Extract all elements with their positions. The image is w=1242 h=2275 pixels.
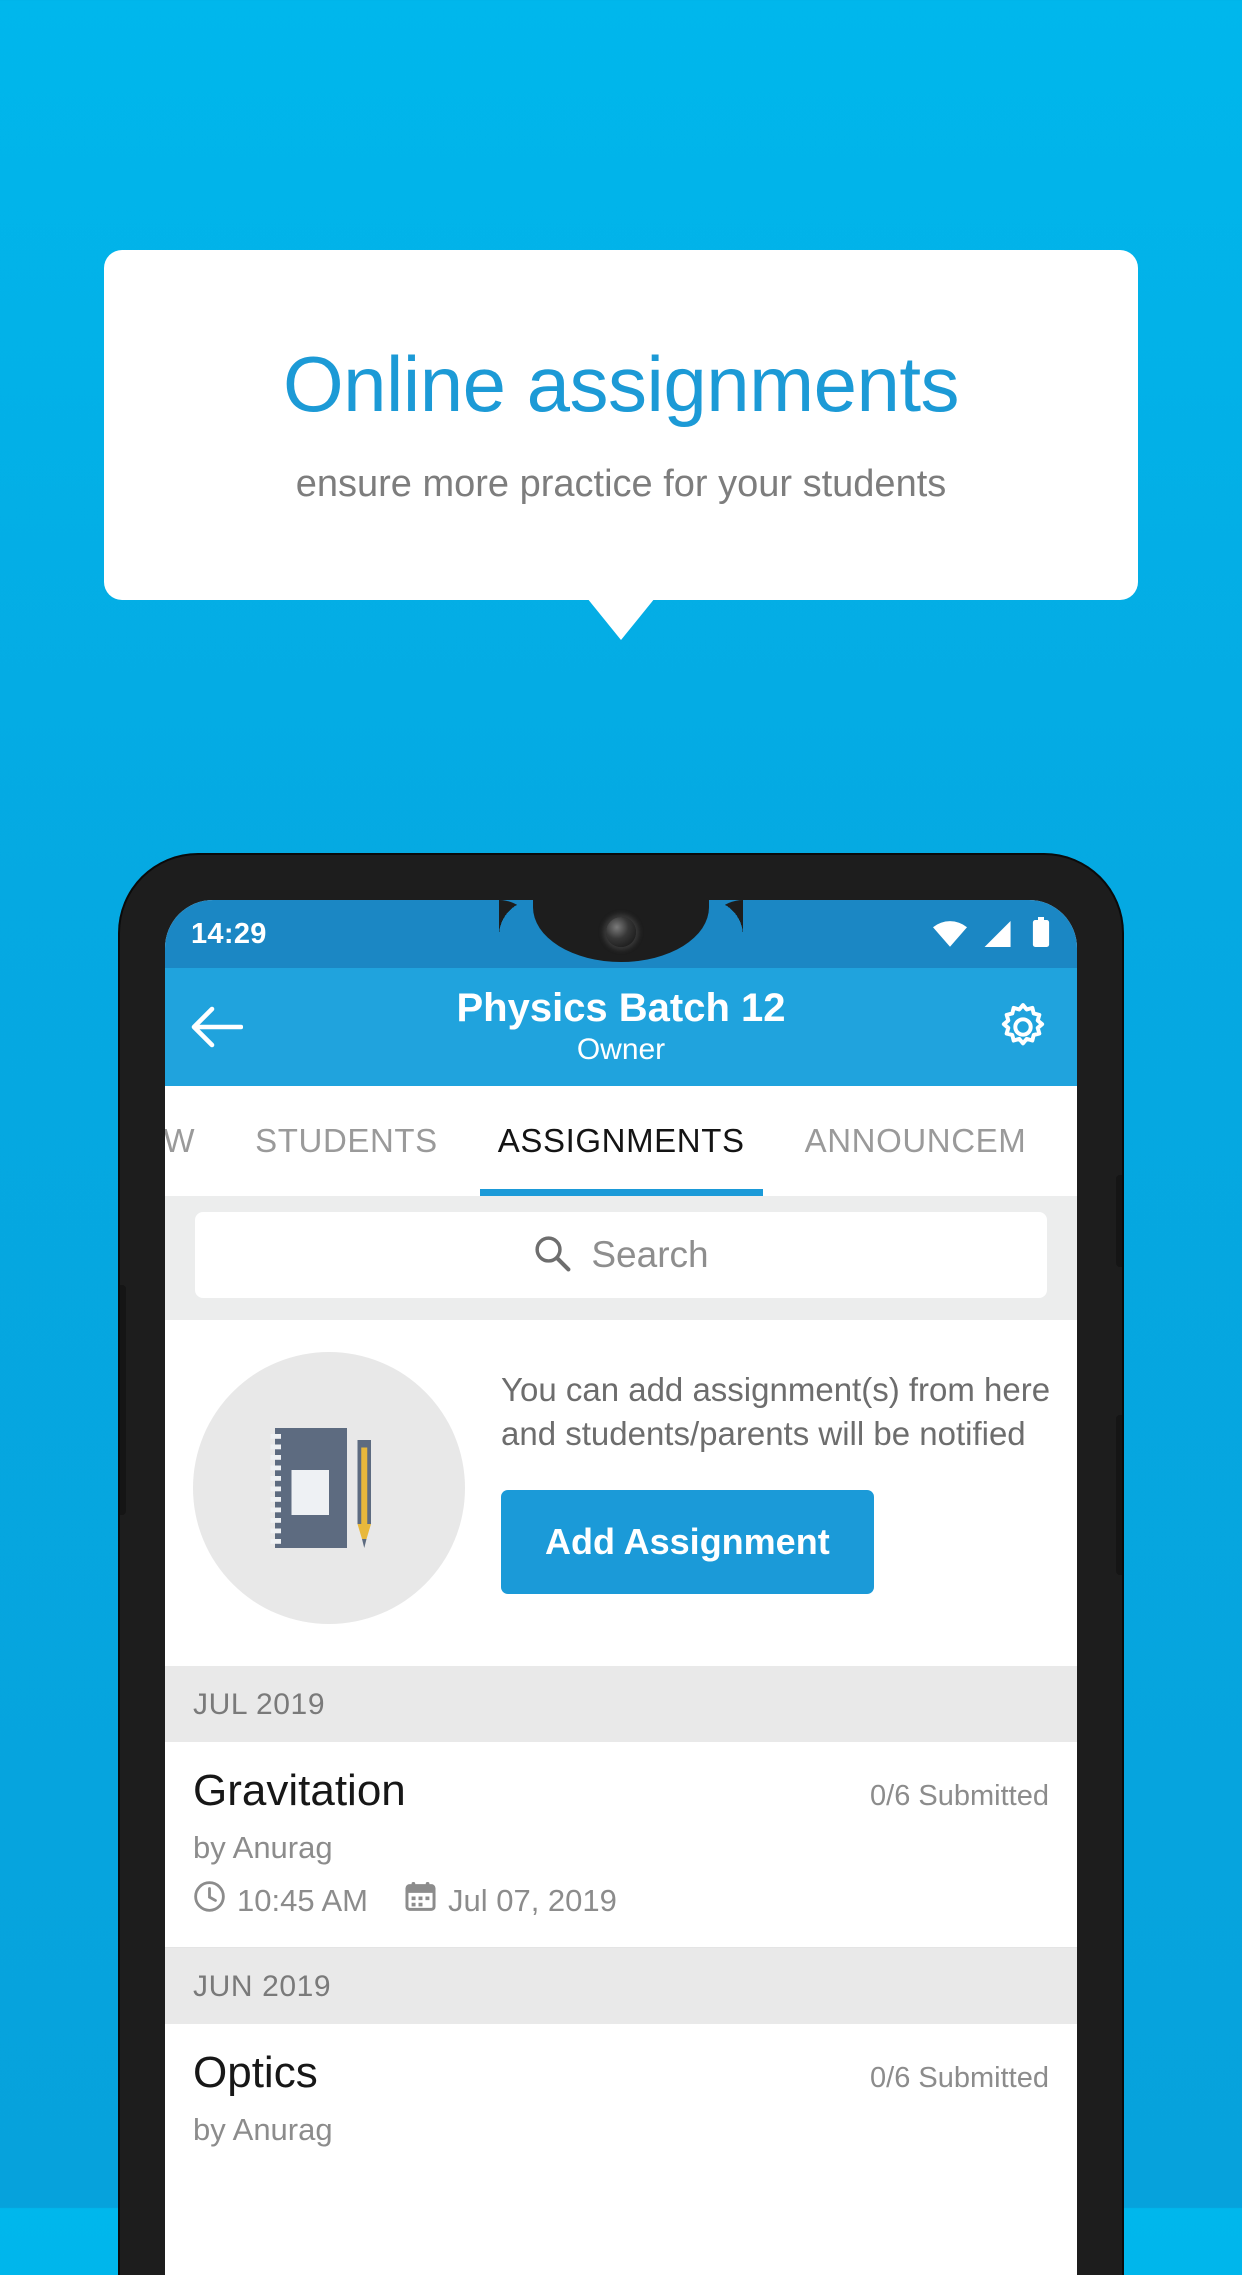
- add-assignment-button[interactable]: Add Assignment: [501, 1489, 874, 1594]
- month-header-jul: JUL 2019: [165, 1666, 1077, 1742]
- search-container: Search: [165, 1196, 1077, 1320]
- assignment-submitted-count: 0/6 Submitted: [870, 2062, 1049, 2094]
- search-input[interactable]: Search: [195, 1212, 1047, 1298]
- month-header-jun: JUN 2019: [165, 1948, 1077, 2024]
- empty-state-content: You can add assignment(s) from here and …: [465, 1352, 1051, 1594]
- assignment-title: Gravitation: [193, 1766, 406, 1815]
- app-bar: Physics Batch 12 Owner: [165, 968, 1077, 1086]
- front-camera: [606, 917, 636, 947]
- clock-icon: [193, 1880, 226, 1921]
- back-button[interactable]: [191, 1006, 243, 1048]
- phone-button-right-bottom: [1116, 1415, 1122, 1575]
- assignment-row-top: Optics 0/6 Submitted: [193, 2048, 1049, 2098]
- assignment-date: Jul 07, 2019: [447, 1882, 617, 1918]
- tab-overview[interactable]: IEW: [165, 1086, 225, 1196]
- phone-screen: 14:29 Physics Batch 12 Owner W STUDENTS …: [165, 900, 1077, 2275]
- tab-bar[interactable]: IEW STUDENTS ASSIGNMENTS ANNOUNCEM: [165, 1086, 1077, 1196]
- calendar-icon: [404, 1880, 437, 1921]
- promo-card: Online assignments ensure more practice …: [104, 250, 1138, 600]
- search-icon: [533, 1234, 571, 1277]
- assignment-row-top: Gravitation 0/6 Submitted: [193, 1766, 1049, 1816]
- page-subtitle: Owner: [576, 1032, 666, 1066]
- promo-subtitle: ensure more practice for your students: [295, 462, 947, 505]
- battery-icon: [1031, 916, 1051, 952]
- tab-assignments[interactable]: ASSIGNMENTS: [468, 1086, 775, 1196]
- signal-icon: [984, 920, 1014, 952]
- assignment-title: Optics: [193, 2048, 318, 2097]
- search-placeholder: Search: [591, 1234, 709, 1275]
- settings-button[interactable]: [995, 999, 1051, 1055]
- empty-state: You can add assignment(s) from here and …: [165, 1320, 1077, 1666]
- tab-announcements[interactable]: ANNOUNCEM: [775, 1086, 1057, 1196]
- wifi-icon: [933, 920, 967, 952]
- tab-students[interactable]: STUDENTS: [225, 1086, 468, 1196]
- notebook-and-pen-icon: [193, 1352, 465, 1624]
- status-bar: 14:29: [165, 900, 1077, 968]
- assignment-author: by Anurag: [193, 2112, 333, 2147]
- app-bar-titles: Physics Batch 12 Owner: [165, 968, 1077, 1086]
- promo-bubble-tail: [587, 598, 655, 640]
- camera-notch: [499, 900, 743, 962]
- assignment-row[interactable]: Optics 0/6 Submitted by Anurag: [165, 2024, 1077, 2174]
- phone-mockup: 14:29 Physics Batch 12 Owner W STUDENTS …: [120, 855, 1122, 2275]
- assignment-author: by Anurag: [193, 1830, 333, 1865]
- assignment-meta: 10:45 AM Jul 07, 2019: [193, 1880, 1049, 1921]
- status-time: 14:29: [191, 917, 267, 950]
- page-title: Physics Batch 12: [456, 985, 786, 1030]
- phone-button-left: [120, 1285, 126, 1515]
- assignment-submitted-count: 0/6 Submitted: [870, 1780, 1049, 1812]
- empty-state-message: You can add assignment(s) from here and …: [501, 1371, 1051, 1452]
- phone-button-right-top: [1116, 1175, 1122, 1267]
- promo-title: Online assignments: [282, 339, 960, 428]
- assignment-time: 10:45 AM: [237, 1882, 368, 1918]
- assignment-row[interactable]: Gravitation 0/6 Submitted by Anurag 10:4…: [165, 1742, 1077, 1947]
- status-icons: [933, 916, 1051, 952]
